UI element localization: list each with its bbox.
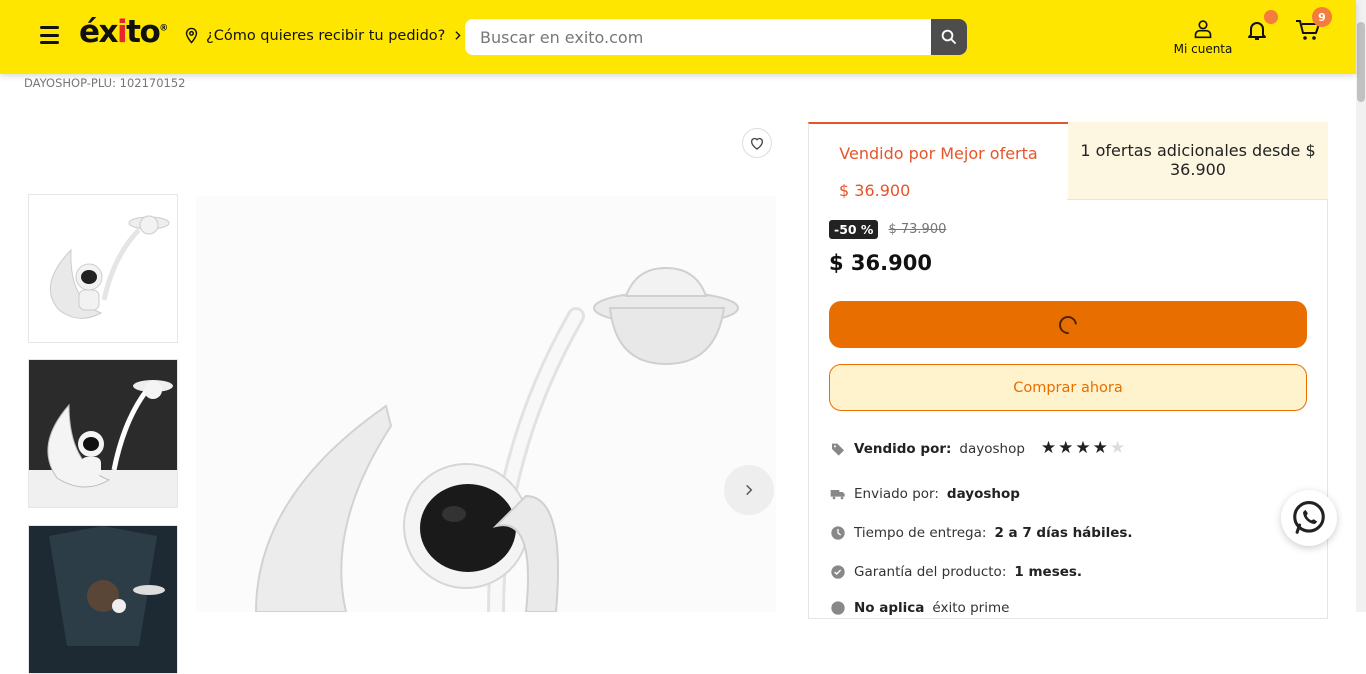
gallery-thumbnail-2[interactable] <box>28 359 178 508</box>
gallery-thumbnail-1[interactable] <box>28 194 178 343</box>
star-icon: ★ <box>1040 438 1057 458</box>
next-image-button[interactable] <box>724 465 774 515</box>
heart-icon <box>751 137 763 150</box>
prime-value: éxito prime <box>932 600 1010 616</box>
original-price: $ 73.900 <box>888 222 947 237</box>
search-button[interactable] <box>931 19 967 55</box>
search-icon <box>941 29 956 44</box>
delivery-location-selector[interactable]: ¿Cómo quieres recibir tu pedido? <box>183 26 464 45</box>
product-thumbnail-image <box>29 526 177 673</box>
delivery-time-row: Tiempo de entrega: 2 a 7 días hábiles. <box>830 525 1133 541</box>
star-icon: ★ <box>1058 438 1074 458</box>
hamburger-menu-icon[interactable] <box>40 26 59 44</box>
tab-additional-offers[interactable]: 1 ofertas adicionales desde $ 36.900 <box>1068 122 1328 199</box>
loading-spinner-icon <box>1055 311 1081 338</box>
whatsapp-chat-button[interactable] <box>1281 490 1337 546</box>
shield-check-icon <box>831 565 845 579</box>
notification-indicator <box>1264 10 1278 24</box>
seller-name[interactable]: dayoshop <box>959 441 1025 457</box>
tab-best-offer[interactable]: Vendido por Mejor oferta $ 36.900 <box>808 122 1068 200</box>
search-bar <box>465 19 967 55</box>
globe-icon <box>831 601 845 615</box>
chevron-right-icon <box>455 31 461 40</box>
product-plu: DAYOSHOP-PLU: 102170152 <box>24 76 186 90</box>
tab-additional-offers-title: 1 ofertas adicionales desde $ 36.900 <box>1080 141 1316 179</box>
user-icon <box>1194 20 1212 39</box>
location-label: ¿Cómo quieres recibir tu pedido? <box>206 27 446 44</box>
star-icon: ★ <box>1092 438 1108 458</box>
divider <box>1067 199 1328 200</box>
current-price: $ 36.900 <box>829 251 932 275</box>
tab-best-offer-title: Vendido por Mejor oferta <box>839 144 1038 163</box>
account-label: Mi cuenta <box>1173 42 1233 56</box>
buy-now-button[interactable]: Comprar ahora <box>829 364 1307 411</box>
tag-icon <box>832 443 844 456</box>
truck-icon <box>830 490 845 500</box>
sold-by-row: Vendido por: dayoshop ★ ★ ★ ★ ★ <box>830 440 1125 457</box>
warranty-row: Garantía del producto: 1 meses. <box>830 564 1082 580</box>
shipper-name: dayoshop <box>946 486 1020 502</box>
warranty-label: Garantía del producto: <box>854 564 1007 580</box>
shipped-by-row: Enviado por: dayoshop <box>830 486 1020 502</box>
prime-row: No aplica éxito prime <box>830 600 1009 616</box>
account-button[interactable]: Mi cuenta <box>1170 19 1236 56</box>
product-thumbnail-image <box>50 215 170 319</box>
star-icon: ★ <box>1075 438 1091 458</box>
cart-count-badge: 9 <box>1312 7 1332 27</box>
whatsapp-icon <box>1293 501 1325 534</box>
search-input[interactable] <box>465 19 931 55</box>
exito-logo[interactable]: éxito® <box>79 14 168 50</box>
star-empty-icon: ★ <box>1109 438 1126 458</box>
gallery-thumbnail-3[interactable] <box>28 525 178 674</box>
tab-best-offer-price: $ 36.900 <box>839 181 911 200</box>
shipped-by-label: Enviado por: <box>854 486 939 502</box>
add-to-cart-button[interactable] <box>829 301 1307 348</box>
delivery-time-label: Tiempo de entrega: <box>854 525 987 541</box>
discount-row: -50 % $ 73.900 <box>829 220 946 239</box>
delivery-time-value: 2 a 7 días hábiles. <box>994 525 1133 541</box>
chevron-right-icon <box>746 484 753 496</box>
product-image <box>254 266 739 612</box>
location-pin-icon <box>185 27 198 44</box>
sold-by-label: Vendido por: <box>854 440 952 457</box>
scrollbar-thumb[interactable] <box>1357 22 1365 102</box>
product-thumbnail-image <box>29 360 177 507</box>
discount-badge: -50 % <box>829 220 879 239</box>
add-to-favorites-button[interactable] <box>742 128 772 158</box>
seller-rating: ★ ★ ★ ★ ★ <box>1041 440 1125 457</box>
product-main-image <box>196 196 776 612</box>
clock-icon <box>831 526 845 540</box>
page-scrollbar[interactable] <box>1356 0 1366 612</box>
header: éxito® ¿Cómo quieres recibir tu pedido? … <box>0 0 1356 74</box>
prime-label: No aplica <box>854 600 925 616</box>
warranty-value: 1 meses. <box>1014 564 1083 580</box>
